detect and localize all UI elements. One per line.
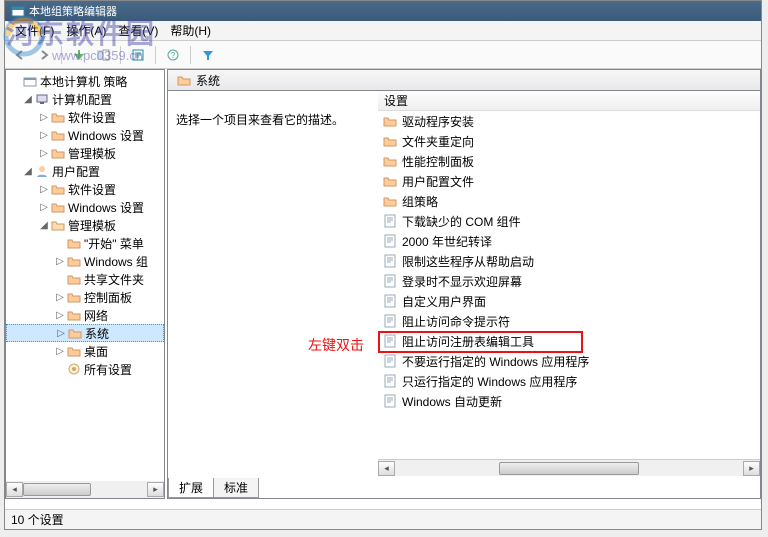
up-button[interactable] bbox=[70, 46, 88, 64]
folder-icon bbox=[382, 133, 398, 149]
scroll-left-icon[interactable]: ◂ bbox=[6, 482, 23, 497]
folder-icon bbox=[176, 72, 192, 88]
list-item[interactable]: Windows 自动更新 bbox=[378, 391, 760, 411]
help-button[interactable]: ? bbox=[164, 46, 182, 64]
policy-icon bbox=[382, 213, 398, 229]
menu-help[interactable]: 帮助(H) bbox=[164, 22, 217, 39]
tree-wincomp[interactable]: ▷Windows 组 bbox=[6, 252, 164, 270]
bottom-tabs: 扩展 标准 bbox=[168, 478, 258, 498]
content-header: 系统 bbox=[167, 69, 761, 91]
list-item[interactable]: 限制这些程序从帮助启动 bbox=[378, 251, 760, 271]
label: 桌面 bbox=[84, 343, 108, 360]
column-header-setting[interactable]: 设置 bbox=[378, 91, 760, 111]
list-item[interactable]: 自定义用户界面 bbox=[378, 291, 760, 311]
list-item[interactable]: 驱动程序安装 bbox=[378, 111, 760, 131]
label: 系统 bbox=[85, 325, 109, 342]
tab-standard[interactable]: 标准 bbox=[213, 478, 259, 498]
header-label: 系统 bbox=[196, 72, 220, 89]
tree-net[interactable]: ▷网络 bbox=[6, 306, 164, 324]
filter-button[interactable] bbox=[199, 46, 217, 64]
label: 所有设置 bbox=[84, 361, 132, 378]
label: 软件设置 bbox=[68, 109, 116, 126]
list-item-highlighted[interactable]: 阻止访问注册表编辑工具 bbox=[378, 331, 760, 351]
titlebar: 本地组策略编辑器 bbox=[5, 1, 761, 21]
list-item[interactable]: 2000 年世纪转译 bbox=[378, 231, 760, 251]
policy-icon bbox=[382, 333, 398, 349]
menubar: 文件(F) 操作(A) 查看(V) 帮助(H) bbox=[5, 21, 761, 41]
annotation-text: 左键双击 bbox=[308, 335, 364, 355]
policy-icon bbox=[382, 353, 398, 369]
label: 本地计算机 策略 bbox=[40, 73, 127, 90]
folder-icon bbox=[382, 113, 398, 129]
folder-icon bbox=[382, 193, 398, 209]
tree-admin2[interactable]: ◢管理模板 bbox=[6, 216, 164, 234]
tree-user-config[interactable]: ◢用户配置 bbox=[6, 162, 164, 180]
tree-soft2[interactable]: ▷软件设置 bbox=[6, 180, 164, 198]
label: Windows 设置 bbox=[68, 199, 144, 216]
list-item[interactable]: 阻止访问命令提示符 bbox=[378, 311, 760, 331]
folder-icon bbox=[382, 173, 398, 189]
scroll-thumb[interactable] bbox=[499, 462, 638, 475]
policy-icon bbox=[382, 273, 398, 289]
tree-hscrollbar[interactable]: ◂ ▸ bbox=[6, 481, 164, 498]
policy-icon bbox=[382, 233, 398, 249]
label: 控制面板 bbox=[84, 289, 132, 306]
policy-icon bbox=[382, 293, 398, 309]
label: 管理模板 bbox=[68, 145, 116, 162]
policy-icon bbox=[382, 373, 398, 389]
list-item[interactable]: 文件夹重定向 bbox=[378, 131, 760, 151]
list-item[interactable]: 登录时不显示欢迎屏幕 bbox=[378, 271, 760, 291]
label: 用户配置 bbox=[52, 163, 100, 180]
tree-pane: 本地计算机 策略 ◢计算机配置 ▷软件设置 ▷Windows 设置 ▷管理模板 … bbox=[5, 69, 165, 499]
tree-shared[interactable]: 共享文件夹 bbox=[6, 270, 164, 288]
show-hide-tree-button[interactable] bbox=[94, 46, 112, 64]
list-item[interactable]: 不要运行指定的 Windows 应用程序 bbox=[378, 351, 760, 371]
tree-desktop[interactable]: ▷桌面 bbox=[6, 342, 164, 360]
tree-root[interactable]: 本地计算机 策略 bbox=[6, 72, 164, 90]
tree-win2[interactable]: ▷Windows 设置 bbox=[6, 198, 164, 216]
label: "开始" 菜单 bbox=[84, 235, 144, 252]
tree-win1[interactable]: ▷Windows 设置 bbox=[6, 126, 164, 144]
toolbar: ? bbox=[5, 41, 761, 69]
list-item[interactable]: 下载缺少的 COM 组件 bbox=[378, 211, 760, 231]
tree-system[interactable]: ▷系统 bbox=[6, 324, 164, 342]
tree-admin1[interactable]: ▷管理模板 bbox=[6, 144, 164, 162]
label: 共享文件夹 bbox=[84, 271, 144, 288]
tree-allset[interactable]: 所有设置 bbox=[6, 360, 164, 378]
watermark-logo bbox=[2, 14, 46, 63]
export-button[interactable] bbox=[129, 46, 147, 64]
tree-ctrl[interactable]: ▷控制面板 bbox=[6, 288, 164, 306]
list-item[interactable]: 用户配置文件 bbox=[378, 171, 760, 191]
list-item[interactable]: 性能控制面板 bbox=[378, 151, 760, 171]
scroll-thumb[interactable] bbox=[23, 483, 91, 496]
list-hscrollbar[interactable]: ◂ ▸ bbox=[378, 459, 760, 476]
settings-list: 设置 驱动程序安装 文件夹重定向 性能控制面板 用户配置文件 组策略 下载缺少的… bbox=[378, 91, 760, 458]
label: Windows 组 bbox=[84, 253, 148, 270]
tree-start[interactable]: "开始" 菜单 bbox=[6, 234, 164, 252]
policy-icon bbox=[382, 393, 398, 409]
statusbar: 10 个设置 bbox=[5, 509, 761, 529]
scroll-left-icon[interactable]: ◂ bbox=[378, 461, 395, 476]
tree-soft1[interactable]: ▷软件设置 bbox=[6, 108, 164, 126]
label: Windows 设置 bbox=[68, 127, 144, 144]
menu-action[interactable]: 操作(A) bbox=[60, 22, 112, 39]
list-item[interactable]: 组策略 bbox=[378, 191, 760, 211]
svg-text:?: ? bbox=[171, 51, 176, 60]
list-item[interactable]: 只运行指定的 Windows 应用程序 bbox=[378, 371, 760, 391]
folder-icon bbox=[382, 153, 398, 169]
main-window: 本地组策略编辑器 文件(F) 操作(A) 查看(V) 帮助(H) ? 本地计算机… bbox=[4, 0, 762, 530]
tab-extended[interactable]: 扩展 bbox=[168, 478, 214, 498]
scroll-right-icon[interactable]: ▸ bbox=[147, 482, 164, 497]
description-prompt: 选择一个项目来查看它的描述。 bbox=[176, 111, 366, 128]
label: 计算机配置 bbox=[52, 91, 112, 108]
menu-view[interactable]: 查看(V) bbox=[112, 22, 164, 39]
label: 软件设置 bbox=[68, 181, 116, 198]
label: 网络 bbox=[84, 307, 108, 324]
status-text: 10 个设置 bbox=[11, 511, 64, 528]
tree-computer-config[interactable]: ◢计算机配置 bbox=[6, 90, 164, 108]
policy-icon bbox=[382, 253, 398, 269]
label: 管理模板 bbox=[68, 217, 116, 234]
policy-icon bbox=[382, 313, 398, 329]
scroll-right-icon[interactable]: ▸ bbox=[743, 461, 760, 476]
